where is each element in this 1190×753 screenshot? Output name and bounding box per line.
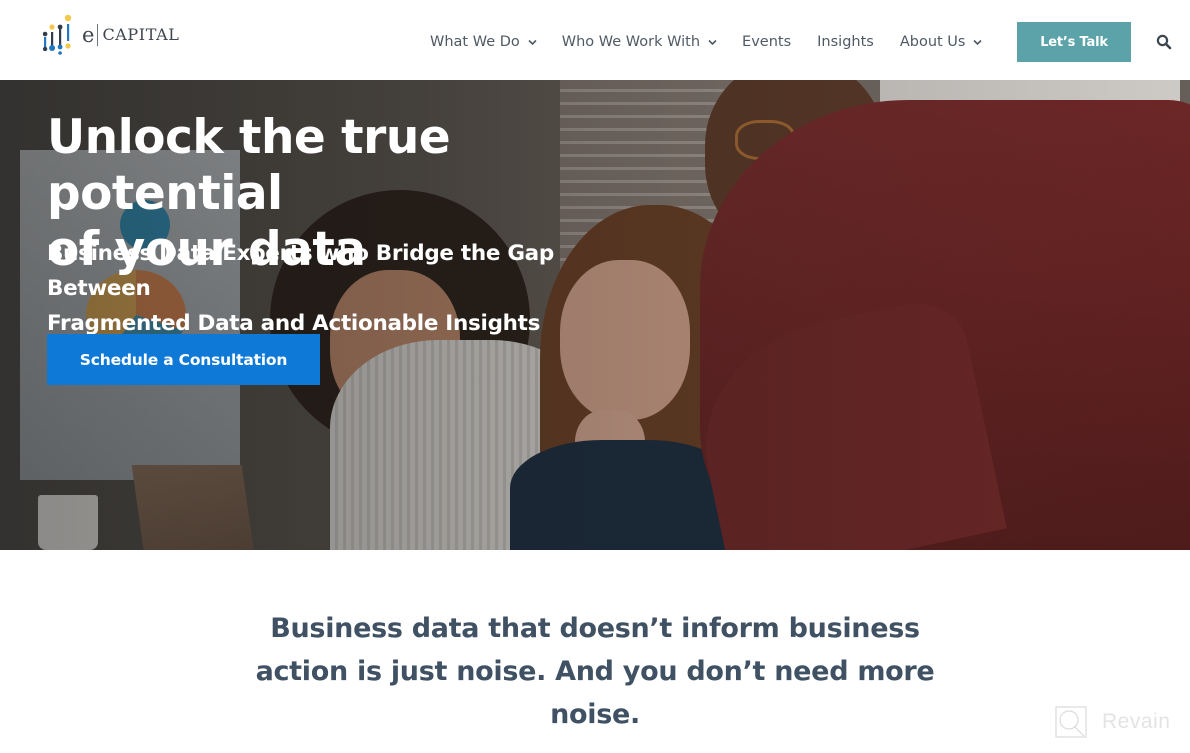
hero-subtitle-line-2: Fragmented Data and Actionable Insights — [47, 311, 541, 336]
search-button[interactable] — [1156, 34, 1172, 50]
main-nav: What We Do Who We Work With Events Insig… — [430, 31, 1007, 53]
nav-item-label: Insights — [817, 34, 874, 50]
chevron-down-icon — [528, 38, 537, 46]
search-icon — [1156, 34, 1172, 50]
nav-item-events[interactable]: Events — [742, 34, 791, 50]
nav-item-label: Who We Work With — [561, 34, 701, 50]
nav-item-label: Events — [742, 34, 792, 50]
hero-subtitle: Business Data Experts who Bridge the Gap… — [47, 236, 647, 341]
statement-line-2: action is just noise. And you don’t need… — [255, 656, 935, 687]
site-header: e CAPITAL What We Do Who We Work With Ev… — [0, 0, 1190, 80]
logo-name: CAPITAL — [102, 25, 180, 44]
nav-item-what-we-do[interactable]: What We Do — [430, 34, 537, 50]
nav-item-about-us[interactable]: About Us — [899, 34, 983, 50]
nav-item-label: About Us — [899, 34, 966, 50]
value-statement: Business data that doesn’t inform busine… — [240, 607, 950, 736]
nav-item-who-we-work-with[interactable]: Who We Work With — [561, 34, 717, 50]
lets-talk-button[interactable]: Let’s Talk — [1017, 22, 1131, 62]
ecapital-logo[interactable]: e CAPITAL — [40, 12, 180, 58]
hero-section: Unlock the true potential of your data B… — [0, 80, 1190, 550]
chevron-down-icon — [973, 38, 983, 46]
hero-title-line-1: Unlock the true potential — [47, 110, 451, 221]
nav-item-insights[interactable]: Insights — [817, 34, 874, 50]
statement-line-3: noise. — [550, 699, 640, 730]
logo-divider — [97, 24, 99, 46]
hero-subtitle-line-1: Business Data Experts who Bridge the Gap… — [47, 241, 554, 301]
logo-wordmark: e CAPITAL — [82, 24, 180, 46]
logo-mark-icon — [42, 14, 72, 55]
watermark-label: Revain — [1102, 710, 1171, 733]
nav-item-label: What We Do — [430, 34, 520, 50]
chevron-down-icon — [708, 38, 717, 46]
logo-prefix: e — [82, 22, 95, 47]
revain-logo-icon — [1055, 706, 1087, 738]
schedule-consultation-button[interactable]: Schedule a Consultation — [47, 334, 320, 385]
revain-watermark: Revain — [1054, 705, 1170, 739]
statement-line-1: Business data that doesn’t inform busine… — [270, 613, 920, 644]
